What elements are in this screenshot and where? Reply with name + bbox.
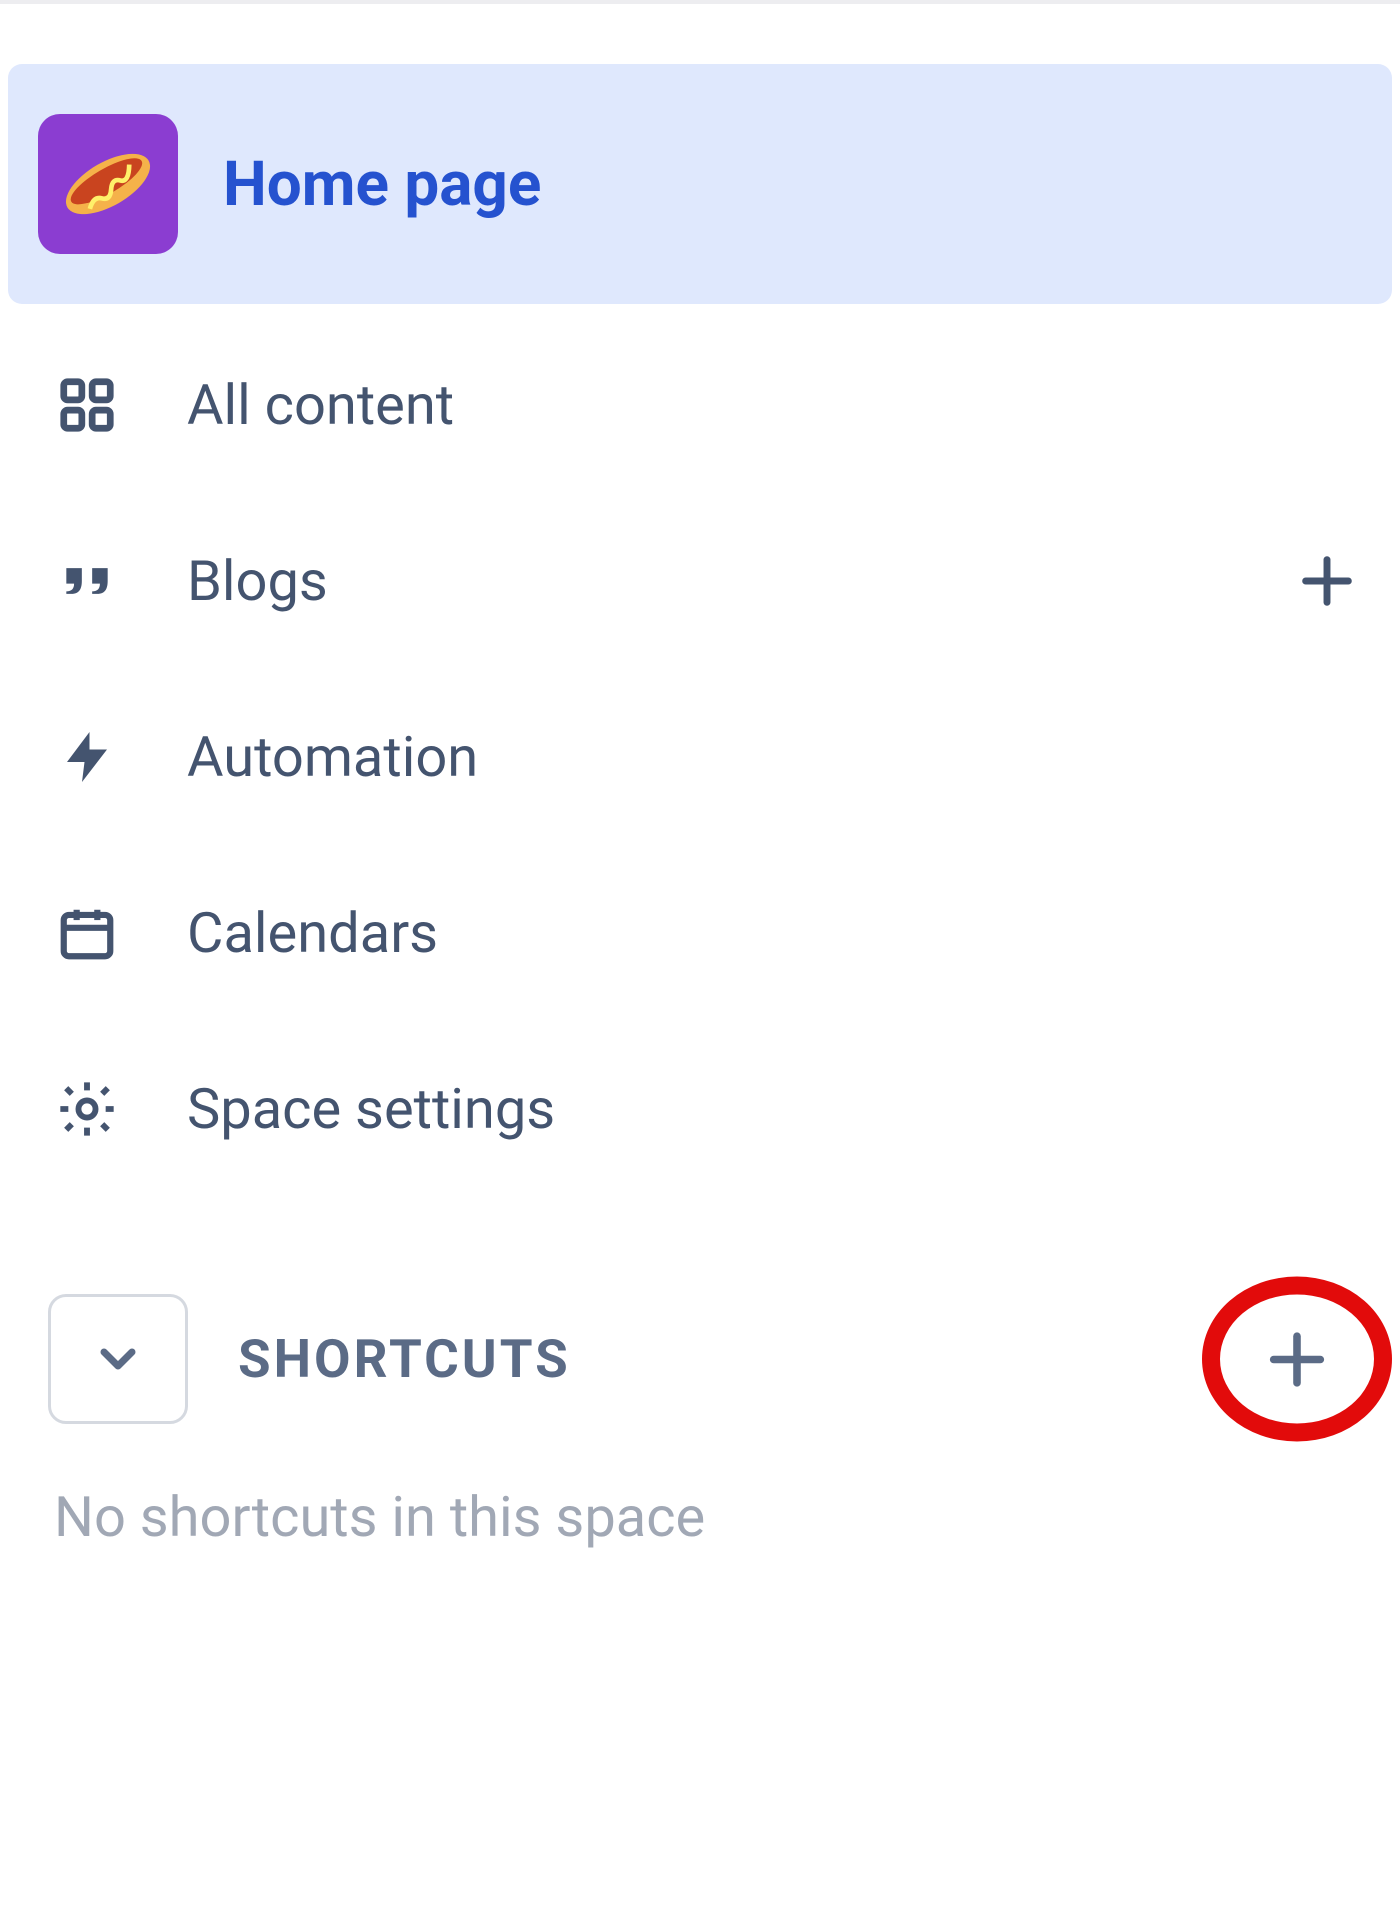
space-avatar-hotdog-icon [38, 114, 178, 254]
sidebar-item-home[interactable]: Home page [8, 64, 1392, 304]
sidebar-item-all-content[interactable]: All content [8, 330, 1392, 480]
sidebar-item-label: Space settings [187, 1076, 1362, 1142]
sidebar-item-label: Automation [187, 724, 1362, 790]
grid-icon [52, 370, 122, 440]
sidebar-item-label: Home page [223, 148, 1372, 221]
bolt-icon [52, 722, 122, 792]
sidebar-item-label: All content [187, 372, 1362, 438]
space-sidebar: Home page All content Blogs [0, 14, 1400, 1550]
shortcuts-title: SHORTCUTS [238, 1328, 1382, 1390]
calendar-icon [52, 898, 122, 968]
shortcuts-section: SHORTCUTS No shortcuts in this space [8, 1294, 1392, 1550]
shortcuts-empty-text: No shortcuts in this space [48, 1484, 1382, 1550]
sidebar-item-space-settings[interactable]: Space settings [8, 1034, 1392, 1184]
add-shortcut-button[interactable] [1262, 1324, 1332, 1394]
sidebar-item-automation[interactable]: Automation [8, 682, 1392, 832]
shortcuts-header: SHORTCUTS [48, 1294, 1382, 1424]
gear-icon [52, 1074, 122, 1144]
sidebar-item-calendars[interactable]: Calendars [8, 858, 1392, 1008]
sidebar-item-blogs[interactable]: Blogs [8, 506, 1392, 656]
shortcuts-collapse-button[interactable] [48, 1294, 188, 1424]
add-blog-button[interactable] [1292, 546, 1362, 616]
quote-icon [52, 546, 122, 616]
sidebar-item-label: Blogs [187, 548, 1227, 614]
sidebar-item-label: Calendars [187, 900, 1362, 966]
